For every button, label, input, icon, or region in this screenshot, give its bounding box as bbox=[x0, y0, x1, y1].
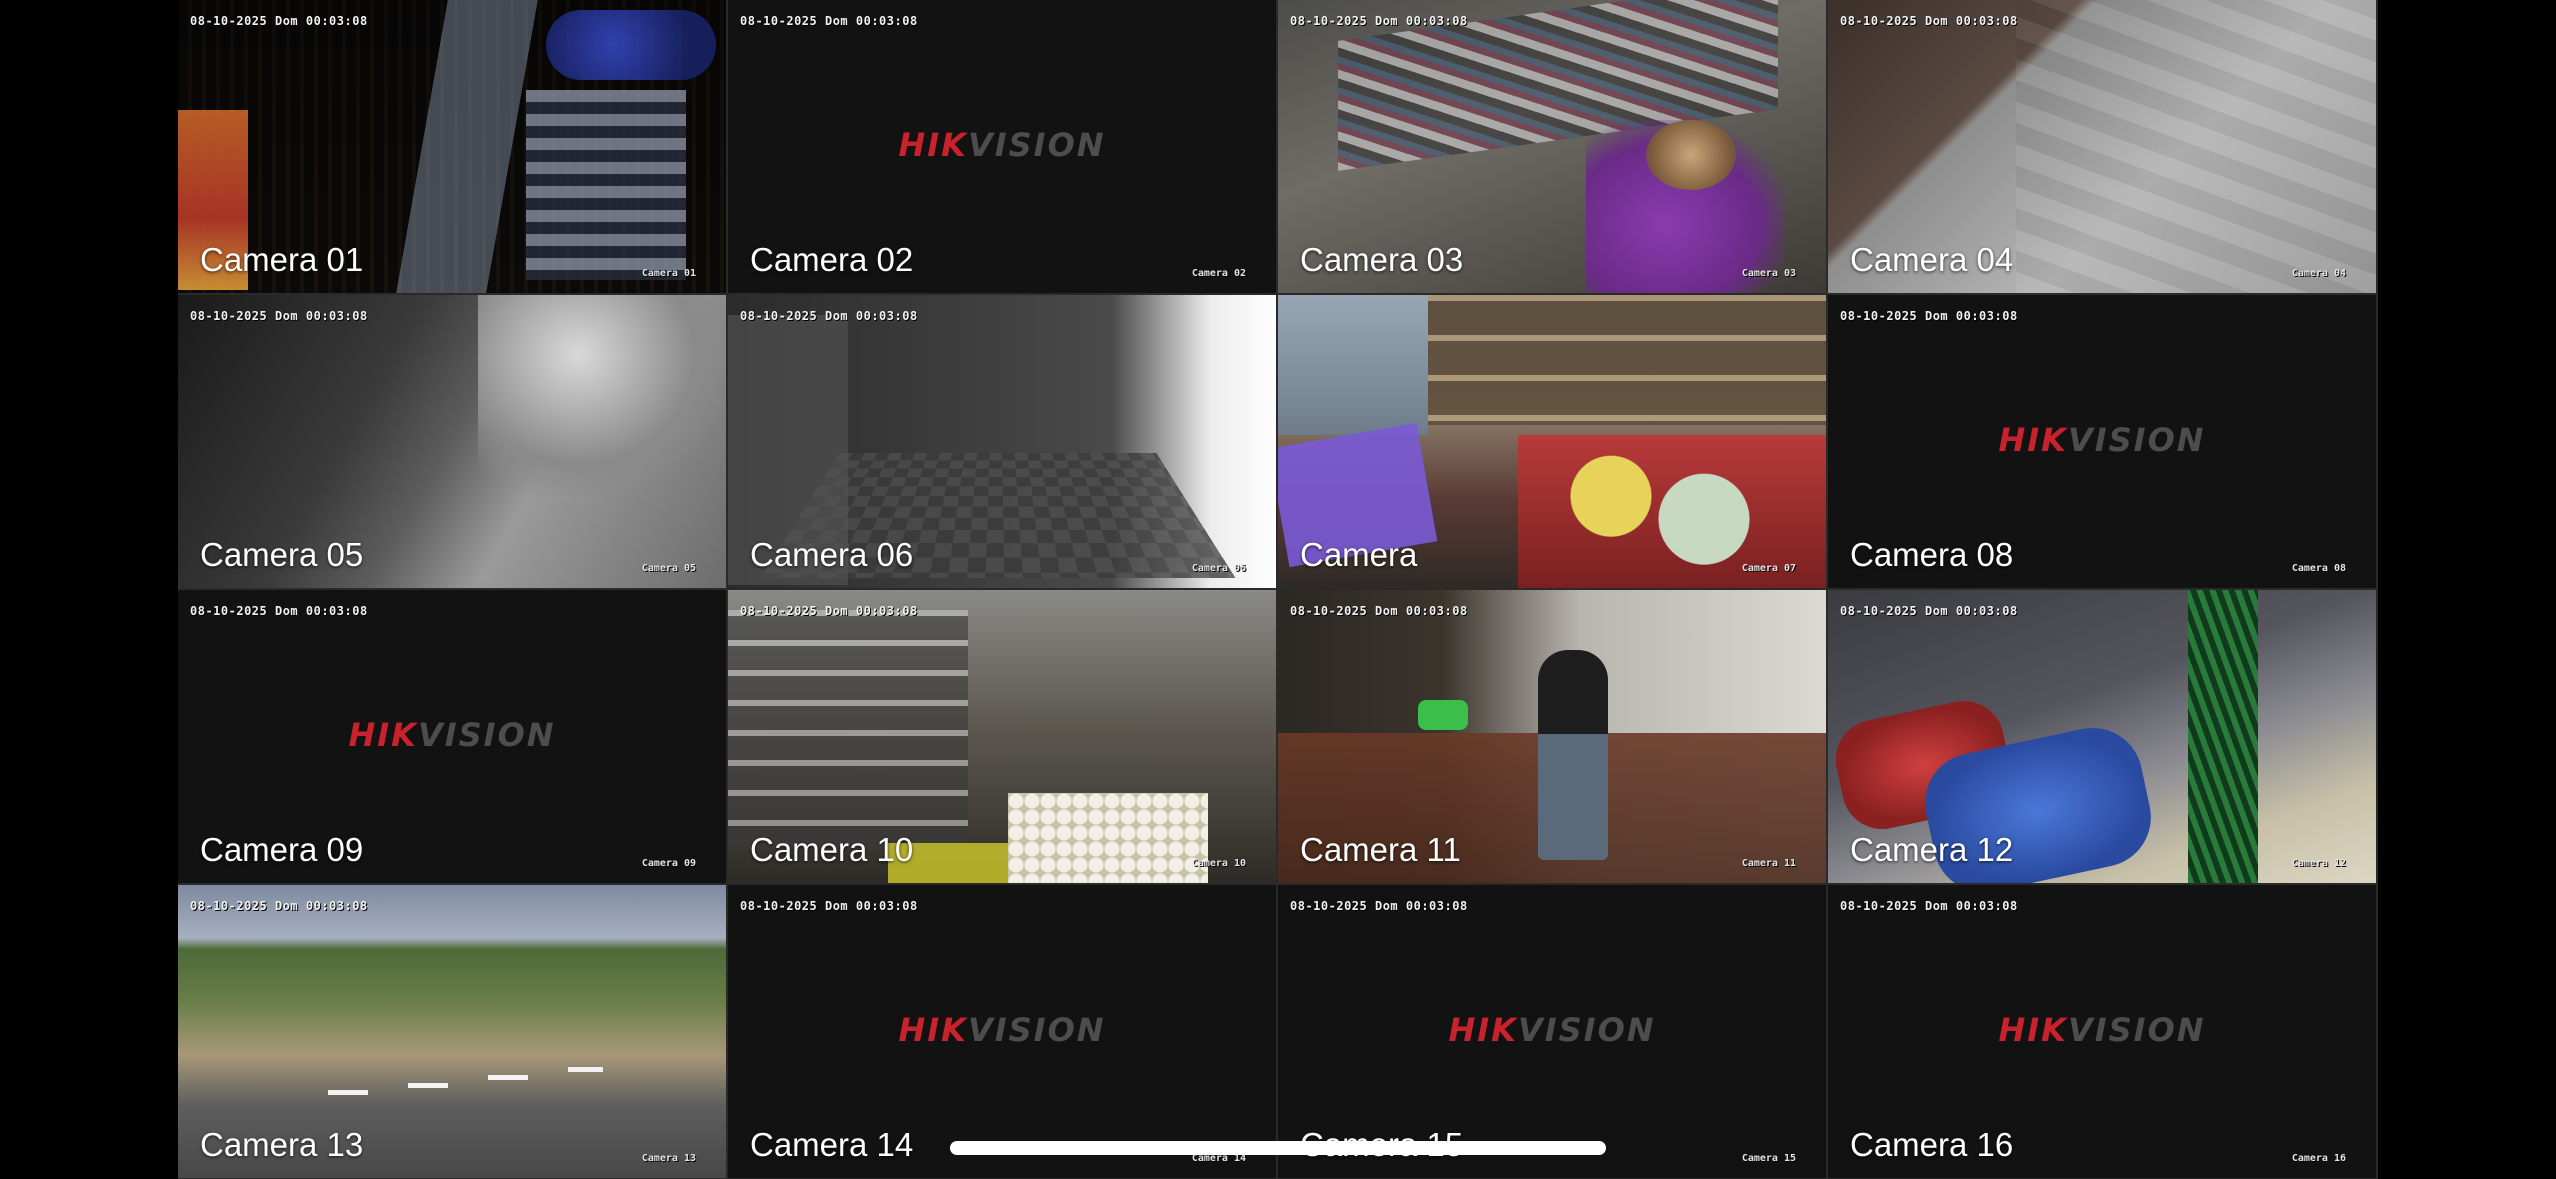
camera-label: Camera 16 bbox=[1850, 1126, 2014, 1163]
camera-label: Camera 09 bbox=[200, 831, 364, 868]
osd-camera-name: Camera 01 bbox=[641, 268, 696, 279]
camera-label: Camera 11 bbox=[1300, 831, 1461, 868]
osd-timestamp: 08-10-2025 Dom 00:03:08 bbox=[740, 14, 918, 28]
camera-tile-15[interactable]: HIKVISION 08-10-2025 Dom 00:03:08 Camera… bbox=[1278, 885, 1826, 1178]
osd-camera-name: Camera 12 bbox=[2291, 858, 2346, 869]
camera-label: Camera bbox=[1300, 536, 1418, 573]
osd-timestamp: 08-10-2025 Dom 00:03:08 bbox=[190, 899, 368, 913]
hikvision-logo: HIKVISION bbox=[898, 125, 1106, 164]
osd-camera-name: Camera 08 bbox=[2291, 563, 2346, 574]
osd-camera-name: Camera 15 bbox=[1741, 1153, 1796, 1164]
camera-label: Camera 05 bbox=[200, 536, 364, 573]
camera-tile-10[interactable]: 08-10-2025 Dom 00:03:08 Camera 10 Camera… bbox=[728, 590, 1276, 883]
osd-camera-name: Camera 13 bbox=[641, 1153, 696, 1164]
camera-tile-14[interactable]: HIKVISION 08-10-2025 Dom 00:03:08 Camera… bbox=[728, 885, 1276, 1178]
camera-label: Camera 02 bbox=[750, 241, 914, 278]
osd-camera-name: Camera 11 bbox=[1741, 858, 1796, 869]
camera-label: Camera 14 bbox=[750, 1126, 914, 1163]
camera-tile-07[interactable]: Camera 07 Camera bbox=[1278, 295, 1826, 588]
camera-label: Camera 13 bbox=[200, 1126, 364, 1163]
osd-camera-name: Camera 10 bbox=[1191, 858, 1246, 869]
camera-tile-08[interactable]: HIKVISION 08-10-2025 Dom 00:03:08 Camera… bbox=[1828, 295, 2376, 588]
osd-timestamp: 08-10-2025 Dom 00:03:08 bbox=[1840, 604, 2018, 618]
osd-timestamp: 08-10-2025 Dom 00:03:08 bbox=[1840, 14, 2018, 28]
osd-camera-name: Camera 07 bbox=[1741, 563, 1796, 574]
osd-timestamp: 08-10-2025 Dom 00:03:08 bbox=[1290, 899, 1468, 913]
camera-tile-03[interactable]: 08-10-2025 Dom 00:03:08 Camera 03 Camera… bbox=[1278, 0, 1826, 293]
camera-grid: 08-10-2025 Dom 00:03:08 Camera 01 Camera… bbox=[178, 0, 2378, 1179]
hikvision-logo: HIKVISION bbox=[348, 715, 556, 754]
osd-camera-name: Camera 04 bbox=[2291, 268, 2346, 279]
camera-label: Camera 08 bbox=[1850, 536, 2014, 573]
camera-tile-13[interactable]: 08-10-2025 Dom 00:03:08 Camera 13 Camera… bbox=[178, 885, 726, 1178]
camera-label: Camera 12 bbox=[1850, 831, 2014, 868]
osd-timestamp: 08-10-2025 Dom 00:03:08 bbox=[1290, 14, 1468, 28]
hikvision-logo: HIKVISION bbox=[1448, 1010, 1656, 1049]
osd-timestamp: 08-10-2025 Dom 00:03:08 bbox=[190, 14, 368, 28]
hikvision-logo: HIKVISION bbox=[1998, 420, 2206, 459]
hikvision-logo: HIKVISION bbox=[898, 1010, 1106, 1049]
camera-tile-09[interactable]: HIKVISION 08-10-2025 Dom 00:03:08 Camera… bbox=[178, 590, 726, 883]
osd-timestamp: 08-10-2025 Dom 00:03:08 bbox=[740, 899, 918, 913]
osd-timestamp: 08-10-2025 Dom 00:03:08 bbox=[190, 604, 368, 618]
osd-timestamp: 08-10-2025 Dom 00:03:08 bbox=[1840, 899, 2018, 913]
osd-timestamp: 08-10-2025 Dom 00:03:08 bbox=[190, 309, 368, 323]
osd-camera-name: Camera 09 bbox=[641, 858, 696, 869]
osd-timestamp: 08-10-2025 Dom 00:03:08 bbox=[1290, 604, 1468, 618]
hikvision-logo: HIKVISION bbox=[1998, 1010, 2206, 1049]
osd-timestamp: 08-10-2025 Dom 00:03:08 bbox=[1840, 309, 2018, 323]
camera-tile-11[interactable]: 08-10-2025 Dom 00:03:08 Camera 11 Camera… bbox=[1278, 590, 1826, 883]
camera-tile-06[interactable]: 08-10-2025 Dom 00:03:08 Camera 06 Camera… bbox=[728, 295, 1276, 588]
camera-label: Camera 04 bbox=[1850, 241, 2014, 278]
osd-timestamp: 08-10-2025 Dom 00:03:08 bbox=[740, 309, 918, 323]
camera-tile-04[interactable]: 08-10-2025 Dom 00:03:08 Camera 04 Camera… bbox=[1828, 0, 2376, 293]
camera-tile-12[interactable]: 08-10-2025 Dom 00:03:08 Camera 12 Camera… bbox=[1828, 590, 2376, 883]
osd-timestamp: 08-10-2025 Dom 00:03:08 bbox=[740, 604, 918, 618]
camera-label: Camera 03 bbox=[1300, 241, 1464, 278]
osd-camera-name: Camera 02 bbox=[1191, 268, 1246, 279]
camera-tile-16[interactable]: HIKVISION 08-10-2025 Dom 00:03:08 Camera… bbox=[1828, 885, 2376, 1178]
camera-tile-05[interactable]: 08-10-2025 Dom 00:03:08 Camera 05 Camera… bbox=[178, 295, 726, 588]
osd-camera-name: Camera 16 bbox=[2291, 1153, 2346, 1164]
osd-camera-name: Camera 05 bbox=[641, 563, 696, 574]
osd-camera-name: Camera 06 bbox=[1191, 563, 1246, 574]
osd-camera-name: Camera 03 bbox=[1741, 268, 1796, 279]
camera-tile-01[interactable]: 08-10-2025 Dom 00:03:08 Camera 01 Camera… bbox=[178, 0, 726, 293]
camera-label: Camera 01 bbox=[200, 241, 364, 278]
home-indicator[interactable] bbox=[950, 1141, 1606, 1155]
camera-label: Camera 10 bbox=[750, 831, 914, 868]
camera-tile-02[interactable]: HIKVISION 08-10-2025 Dom 00:03:08 Camera… bbox=[728, 0, 1276, 293]
camera-label: Camera 06 bbox=[750, 536, 914, 573]
